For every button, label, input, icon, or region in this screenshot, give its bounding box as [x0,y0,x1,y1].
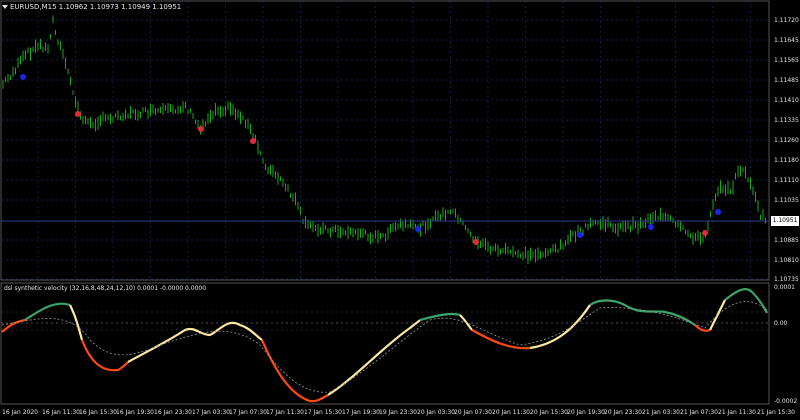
y-tick: 1.11335 [774,117,799,124]
indicator-title: dsl synthetic velocity (32,16,8,48,24,12… [4,285,207,292]
sell-signal-marker [250,138,256,144]
buy-signal-marker [577,232,583,238]
velocity-line-segment [69,304,84,341]
signal-line [1,301,768,393]
x-tick: 17 Jan 11:30 [266,409,304,416]
y-tick: 1.11110 [774,177,799,184]
y-tick: 1.10885 [774,237,799,244]
buy-signal-marker [648,224,654,230]
buy-signal-marker [715,209,721,215]
ind-y-tick: -0.0002 [774,398,798,405]
indicator-lines [1,288,768,403]
signal-markers [20,74,721,245]
dropdown-icon[interactable] [2,5,8,9]
x-tick: 16 Jan 23:30 [154,409,192,416]
x-tick: 20 Jan 23:30 [604,409,642,416]
x-tick: 17 Jan 07:30 [229,409,267,416]
y-tick: 1.11720 [774,17,799,24]
x-tick: 21 Jan 15:30 [757,409,795,416]
symbol-title: EURUSD,M15 1.10962 1.10973 1.10949 1.109… [10,3,182,11]
y-tick: 1.10810 [774,257,799,264]
y-tick: 1.11180 [774,157,799,164]
indicator-grid [1,311,769,331]
velocity-line-segment [127,321,263,363]
velocity-line-segment [724,288,768,314]
y-tick: 1.11645 [774,37,799,44]
y-tick: 1.11035 [774,197,799,204]
sell-signal-marker [75,111,81,117]
velocity-line-segment [709,299,726,331]
buy-signal-marker [20,74,26,80]
x-tick: 19 Jan 23:30 [379,409,417,416]
x-tick: 20 Jan 19:30 [567,409,605,416]
velocity-line-segment [471,329,531,350]
x-tick: 20 Jan 11:30 [492,409,530,416]
y-tick: 1.11565 [774,57,799,64]
x-tick: 20 Jan 03:30 [417,409,455,416]
chart-canvas [0,0,770,405]
indicator-panel-frame [0,282,770,405]
velocity-line-segment [589,299,696,326]
sell-signal-marker [702,230,708,236]
buy-signal-marker [415,226,421,232]
x-tick: 21 Jan 07:30 [680,409,718,416]
x-tick: 20 Jan 15:30 [530,409,568,416]
ind-y-tick: 0.00 [774,320,788,327]
x-tick: 16 Jan 2020 [2,409,38,416]
x-tick: 21 Jan 11:30 [718,409,756,416]
x-tick: 16 Jan 11:30 [42,409,80,416]
velocity-line-segment [80,339,129,372]
x-tick: 17 Jan 15:30 [304,409,342,416]
velocity-line-segment [529,304,591,350]
x-tick: 16 Jan 15:30 [79,409,117,416]
y-tick: 1.11410 [774,97,799,104]
sell-signal-marker [198,126,204,132]
velocity-line-segment [327,319,421,396]
x-tick: 20 Jan 07:30 [454,409,492,416]
x-tick: 17 Jan 19:30 [342,409,380,416]
x-tick: 17 Jan 03:30 [192,409,230,416]
sell-signal-marker [473,239,479,245]
ind-y-tick: 0.0001 [774,284,795,291]
y-tick: 1.11485 [774,77,799,84]
current-price-label: 1.10951 [771,216,799,226]
x-tick: 21 Jan 03:30 [642,409,680,416]
x-tick: 16 Jan 19:30 [116,409,154,416]
y-tick: 1.10735 [774,276,799,283]
y-tick: 1.11260 [774,137,799,144]
